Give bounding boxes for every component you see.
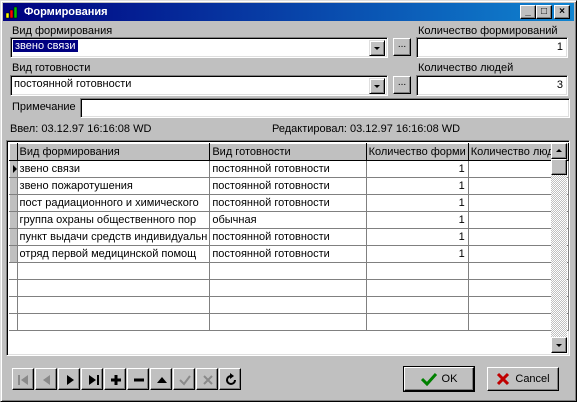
column-header[interactable]: Вид формирования	[16, 143, 211, 161]
row-indicator[interactable]	[9, 211, 18, 229]
scroll-down-button[interactable]	[551, 337, 567, 353]
cancel-record-button[interactable]	[196, 368, 218, 390]
readiness-type-value: постоянной готовности	[14, 78, 132, 90]
check-icon	[420, 372, 437, 386]
grid-cell[interactable]: пост радиационного и химического	[17, 194, 211, 212]
x-icon	[497, 372, 510, 386]
grid-cell[interactable]: пункт выдачи средств индивидуальн	[17, 228, 211, 246]
row-indicator[interactable]	[9, 160, 18, 178]
grid-cell[interactable]: постоянной готовности	[209, 194, 367, 212]
ok-button[interactable]: OK	[403, 366, 475, 392]
edit-record-button[interactable]	[150, 368, 172, 390]
chart-app-icon	[5, 5, 21, 19]
x-icon	[203, 375, 213, 385]
check-icon	[179, 375, 191, 386]
note-field[interactable]	[80, 98, 570, 118]
readiness-type-combo[interactable]: постоянной готовности	[10, 75, 388, 96]
formation-type-lookup-button[interactable]: ...	[393, 38, 411, 56]
title-bar[interactable]: Формирования _ □ ×	[3, 3, 574, 21]
table-row[interactable]: отряд первой медицинской помощ постоянной…	[9, 245, 570, 263]
grid-cell[interactable]: звено связи	[17, 160, 211, 178]
entered-by-info: Ввел: 03.12.97 16:16:08 WD	[10, 123, 152, 135]
table-row[interactable]: группа охраны общественного поробычная14	[9, 211, 570, 229]
column-header[interactable]: Вид готовности	[209, 143, 367, 161]
current-row-pointer-icon	[13, 165, 17, 173]
insert-record-button[interactable]	[104, 368, 126, 390]
grid-vertical-scrollbar[interactable]	[551, 143, 567, 353]
row-indicator[interactable]	[9, 194, 18, 212]
readiness-type-lookup-button[interactable]: ...	[393, 76, 411, 94]
grid-table: Вид формирования Вид готовности Количест…	[9, 143, 570, 331]
delete-record-button[interactable]	[127, 368, 149, 390]
table-row[interactable]: звено связипостоянной готовности13	[9, 160, 570, 178]
grid-cell[interactable]: 1	[366, 245, 469, 263]
formation-type-combo[interactable]: звено связи	[10, 37, 388, 58]
people-count-field[interactable]: 3	[416, 75, 568, 96]
first-icon	[18, 375, 28, 385]
next-icon	[67, 375, 74, 385]
prior-icon	[43, 375, 50, 385]
row-indicator[interactable]	[9, 228, 18, 246]
maximize-button[interactable]: □	[536, 5, 552, 19]
grid-cell[interactable]: 1	[366, 194, 469, 212]
column-header[interactable]: Количество форми	[365, 143, 469, 161]
grid-cell[interactable]: 1	[366, 228, 469, 246]
readiness-type-label: Вид готовности	[12, 62, 91, 74]
grid-cell[interactable]: обычная	[209, 211, 367, 229]
grid-cell[interactable]: постоянной готовности	[209, 228, 367, 246]
note-label: Примечание	[12, 101, 76, 113]
close-button[interactable]: ×	[554, 5, 570, 19]
grid-cell[interactable]: группа охраны общественного пор	[17, 211, 211, 229]
first-record-button[interactable]	[12, 368, 34, 390]
grid-cell[interactable]: постоянной готовности	[209, 177, 367, 195]
table-row[interactable]: звено пожаротушения постоянной готовности…	[9, 177, 570, 195]
triangle-up-icon	[157, 377, 167, 383]
post-record-button[interactable]	[173, 368, 195, 390]
table-row[interactable]: пункт выдачи средств индивидуальн постоян…	[9, 228, 570, 246]
last-record-button[interactable]	[81, 368, 103, 390]
formations-count-field[interactable]: 1	[416, 37, 568, 58]
formation-type-dropdown-button[interactable]	[369, 40, 385, 56]
row-indicator[interactable]	[9, 245, 18, 263]
minimize-button[interactable]: _	[520, 5, 536, 19]
last-icon	[89, 375, 99, 385]
grid-cell[interactable]: 1	[366, 160, 469, 178]
cancel-button[interactable]: Cancel	[487, 367, 559, 391]
ok-button-label: OK	[441, 373, 458, 385]
people-count-label: Количество людей	[418, 62, 514, 74]
refresh-button[interactable]	[219, 368, 241, 390]
table-row[interactable]: пост радиационного и химического постоянн…	[9, 194, 570, 212]
grid-corner	[9, 143, 18, 161]
next-record-button[interactable]	[58, 368, 80, 390]
window-title: Формирования	[24, 6, 108, 18]
prior-record-button[interactable]	[35, 368, 57, 390]
cancel-button-label: Cancel	[515, 373, 550, 385]
minus-icon	[134, 378, 144, 382]
edited-by-info: Редактировал: 03.12.97 16:16:08 WD	[272, 123, 461, 135]
formation-type-value: звено связи	[13, 40, 78, 52]
plus-icon	[111, 375, 121, 385]
refresh-icon	[226, 373, 236, 385]
grid-cell[interactable]: постоянной готовности	[209, 160, 367, 178]
grid-header-row: Вид формирования Вид готовности Количест…	[9, 143, 570, 161]
grid-cell[interactable]: 1	[366, 177, 469, 195]
scroll-thumb[interactable]	[551, 159, 567, 175]
formations-grid[interactable]: Вид формирования Вид готовности Количест…	[6, 140, 570, 356]
grid-cell[interactable]: постоянной готовности	[209, 245, 367, 263]
formations-count-label: Количество формирований	[418, 25, 558, 37]
row-indicator[interactable]	[9, 177, 18, 195]
scroll-up-button[interactable]	[551, 143, 567, 159]
grid-cell[interactable]: звено пожаротушения	[17, 177, 211, 195]
grid-cell[interactable]: 1	[366, 211, 469, 229]
grid-cell[interactable]: отряд первой медицинской помощ	[17, 245, 211, 263]
readiness-type-dropdown-button[interactable]	[369, 78, 385, 94]
formation-type-label: Вид формирования	[12, 25, 113, 37]
